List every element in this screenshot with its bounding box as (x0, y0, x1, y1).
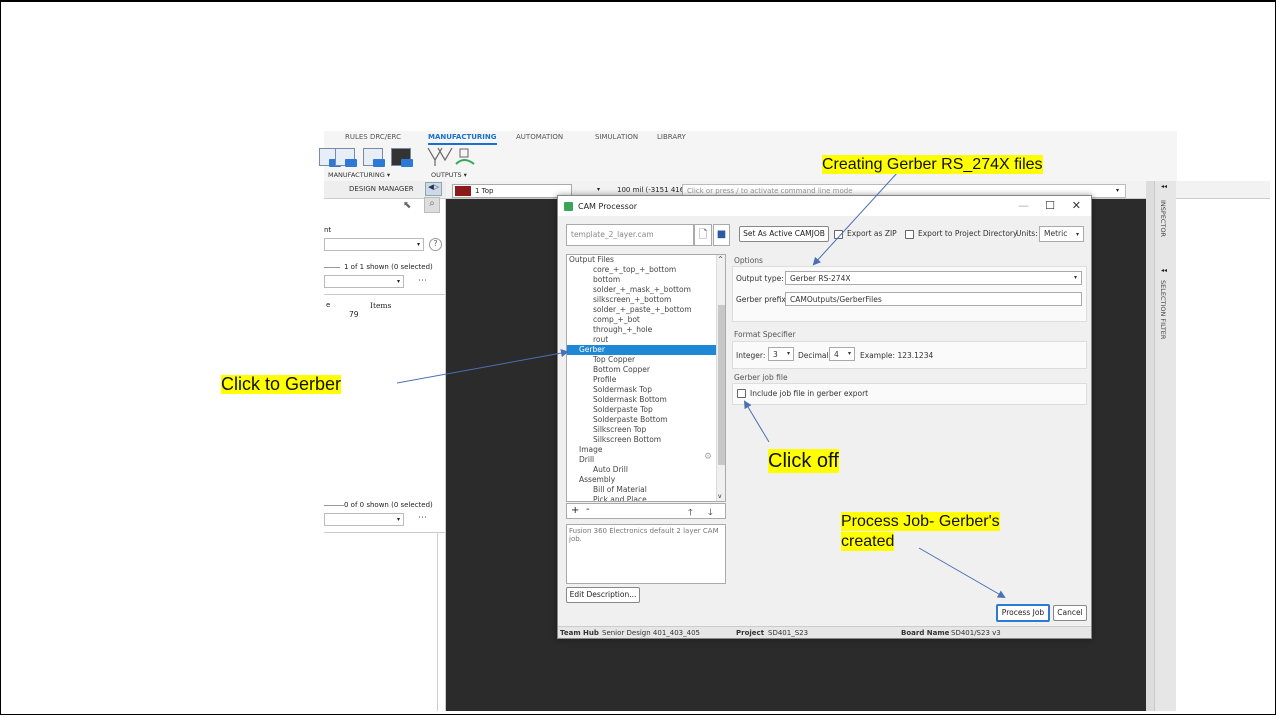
annotation-process-line1: Process Job- Gerber's (841, 512, 1000, 531)
annotation-arrows (396, 171, 1006, 598)
arrow-to-checkbox (743, 400, 770, 443)
annotation-click-off: Click off (768, 449, 839, 473)
annotation-process-line2: created (841, 532, 895, 551)
arrow-to-gerber (396, 349, 569, 384)
arrow-to-process-job (918, 547, 1006, 598)
annotation-creating-gerber: Creating Gerber RS_274X files (822, 155, 1043, 174)
annotation-click-gerber: Click to Gerber (221, 374, 342, 394)
arrow-to-output-type (812, 171, 899, 266)
slide: RULES DRC/ERC MANUFACTURING AUTOMATION S… (0, 0, 1276, 715)
